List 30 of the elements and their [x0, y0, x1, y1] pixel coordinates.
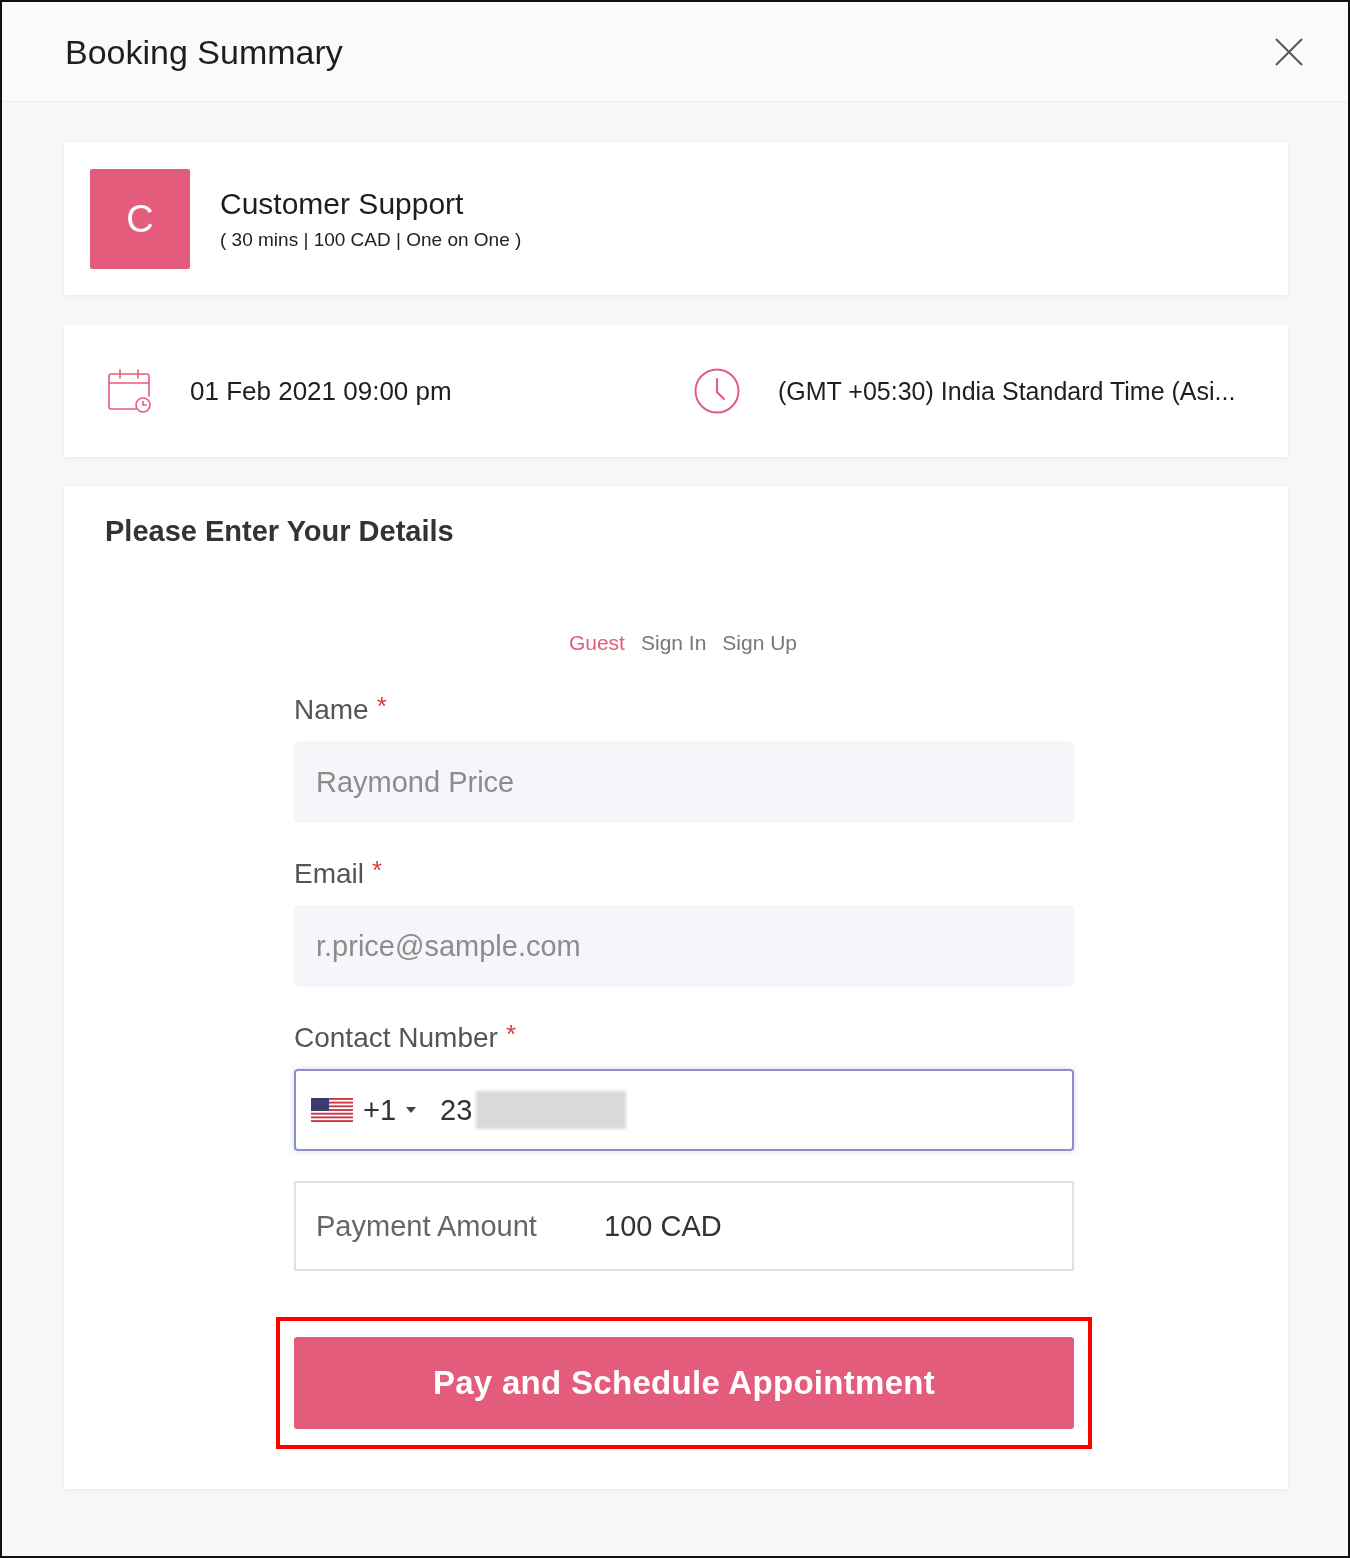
- close-icon: [1274, 36, 1304, 67]
- payment-label: Payment Amount: [316, 1209, 538, 1243]
- country-code-dropdown[interactable]: +1: [311, 1093, 417, 1127]
- phone-number-text: 23: [440, 1093, 473, 1128]
- payment-amount: 100 CAD: [604, 1209, 722, 1243]
- field-label: Contact Number: [294, 1021, 498, 1055]
- login-mode-tab[interactable]: Sign In: [640, 629, 707, 657]
- field-label: Email: [294, 857, 364, 891]
- field-label: Name: [294, 693, 369, 727]
- caret-down-icon: [406, 1107, 417, 1113]
- details-heading: Please Enter Your Details: [105, 514, 454, 549]
- required-mark: *: [505, 1021, 516, 1047]
- clock-icon: [694, 368, 740, 414]
- close-button[interactable]: [1274, 36, 1304, 67]
- calendar-clock-icon: [108, 369, 152, 413]
- phone-input-field[interactable]: +1 23: [294, 1069, 1074, 1151]
- text-input-field[interactable]: r.price@sample.com: [294, 905, 1074, 987]
- login-mode-tab[interactable]: Guest: [568, 629, 625, 657]
- service-details: ( 30 mins | 100 CAD | One on One ): [220, 228, 522, 252]
- timezone-text: (GMT +05:30) India Standard Time (Asi...: [778, 376, 1236, 407]
- flag-icon: [311, 1098, 353, 1122]
- required-mark: *: [372, 857, 383, 883]
- appointment-date-time: 01 Feb 2021 09:00 pm: [190, 375, 452, 407]
- service-avatar: C: [90, 169, 190, 269]
- dialog-title: Booking Summary: [65, 31, 343, 72]
- pay-and-schedule-button[interactable]: Pay and Schedule Appointment: [294, 1337, 1074, 1429]
- required-mark: *: [376, 693, 387, 719]
- text-input-field[interactable]: Raymond Price: [294, 741, 1074, 823]
- service-name: Customer Support: [220, 186, 465, 222]
- login-mode-tab[interactable]: Sign Up: [722, 629, 798, 657]
